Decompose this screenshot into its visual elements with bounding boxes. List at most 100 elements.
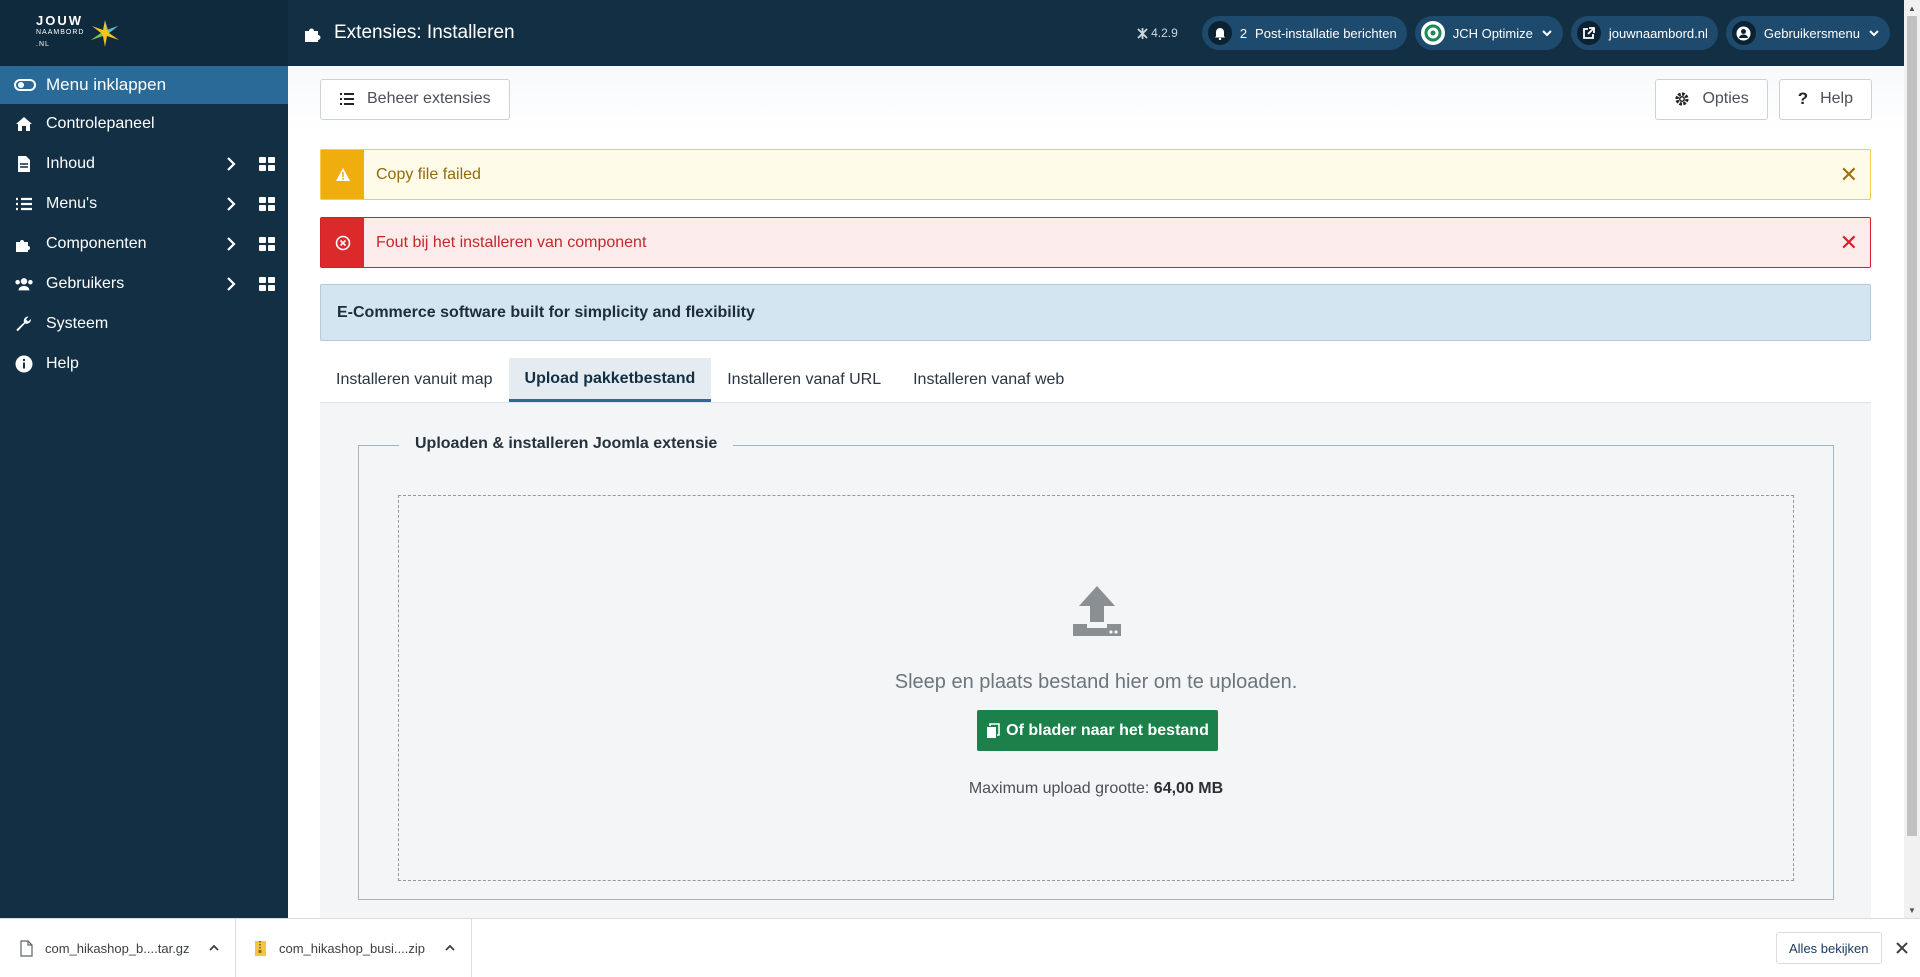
drop-instructions: Sleep en plaats bestand hier om te uploa… [894, 671, 1298, 693]
close-icon[interactable]: ✕ [1840, 231, 1858, 254]
copy-icon [987, 722, 1000, 738]
download-item[interactable]: com_hikashop_b....tar.gz [0, 918, 236, 977]
dashboard-grid-icon[interactable] [259, 157, 275, 171]
home-icon [14, 114, 34, 134]
logo-line2: NAAMBORD [36, 29, 85, 36]
sidebar: JOUW NAAMBORD .NL Menu inklappen Control… [0, 0, 288, 918]
jch-optimize-menu[interactable]: JCH Optimize [1414, 16, 1563, 50]
download-item[interactable]: com_hikashop_busi....zip [236, 918, 472, 977]
manage-extensions-button[interactable]: Beheer extensies [320, 78, 510, 120]
see-all-downloads-button[interactable]: Alles bekijken [1776, 932, 1882, 964]
chevron-right-icon[interactable] [223, 156, 239, 172]
help-label: Help [1820, 90, 1853, 107]
tab-install-from-url[interactable]: Installeren vanaf URL [711, 358, 897, 401]
notification-count: 2 [1239, 25, 1248, 41]
sidebar-item-gebruikers[interactable]: Gebruikers [0, 264, 288, 304]
site-link-label: jouwnaambord.nl [1608, 25, 1708, 41]
view-site-link[interactable]: jouwnaambord.nl [1570, 16, 1718, 50]
dashboard-grid-icon[interactable] [259, 197, 275, 211]
upload-dropzone[interactable]: Sleep en plaats bestand hier om te uploa… [398, 495, 1794, 881]
wrench-icon [14, 314, 34, 334]
info-icon [14, 354, 34, 374]
download-filename: com_hikashop_busi....zip [279, 940, 425, 956]
error-alert: Fout bij het installeren van component ✕ [320, 217, 1871, 268]
max-upload-label: Maximum upload grootte: [968, 780, 1150, 797]
bell-icon [1207, 21, 1232, 45]
dashboard-grid-icon[interactable] [259, 237, 275, 251]
chevron-up-icon[interactable] [207, 941, 221, 955]
sidebar-item-controlepaneel[interactable]: Controlepaneel [0, 104, 288, 144]
sidebar-item-label: Componenten [46, 235, 147, 252]
version-number: 4.2.9 [1151, 26, 1178, 40]
download-bar: com_hikashop_b....tar.gz com_hikashop_bu… [0, 918, 1920, 977]
upload-fieldset: Uploaden & installeren Joomla extensie S… [358, 435, 1834, 900]
sidebar-item-menus[interactable]: Menu's [0, 184, 288, 224]
gear-icon [1675, 92, 1690, 106]
sidebar-item-inhoud[interactable]: Inhoud [0, 144, 288, 184]
close-icon[interactable] [1893, 939, 1911, 957]
close-icon[interactable]: ✕ [1840, 163, 1858, 186]
scroll-down-arrow-icon[interactable]: ▼ [1904, 902, 1920, 918]
list-icon [14, 194, 34, 214]
joomla-icon [1137, 27, 1148, 39]
error-circle-icon [321, 218, 364, 267]
chevron-right-icon[interactable] [223, 196, 239, 212]
joomla-version: 4.2.9 [1137, 26, 1178, 40]
tab-install-from-web[interactable]: Installeren vanaf web [897, 358, 1080, 401]
logo-star-icon [91, 20, 120, 47]
chevron-up-icon[interactable] [443, 941, 457, 955]
max-upload-value: 64,00 MB [1153, 780, 1224, 797]
logo-line3: .NL [36, 41, 50, 48]
page-title: Extensies: Installeren [288, 22, 515, 44]
list-icon [340, 93, 354, 105]
sidebar-item-componenten[interactable]: Componenten [0, 224, 288, 264]
chevron-right-icon[interactable] [223, 236, 239, 252]
menu-collapse-label: Menu inklappen [46, 75, 167, 94]
user-menu[interactable]: Gebruikersmenu [1725, 16, 1890, 50]
upload-legend: Uploaden & installeren Joomla extensie [399, 435, 734, 453]
info-alert: E-Commerce software built for simplicity… [320, 284, 1871, 341]
tab-install-from-folder[interactable]: Installeren vanuit map [320, 358, 509, 401]
scrollbar-thumb[interactable] [1907, 16, 1917, 836]
external-link-icon [1576, 21, 1601, 45]
chevron-right-icon[interactable] [223, 276, 239, 292]
menu-collapse-toggle[interactable]: Menu inklappen [0, 66, 288, 104]
sidebar-item-help[interactable]: Help [0, 344, 288, 384]
help-button[interactable]: ? Help [1778, 78, 1872, 120]
jch-optimize-label: JCH Optimize [1452, 25, 1533, 41]
logo-line1: JOUW [36, 13, 83, 28]
toolbar: Beheer extensies Opties ? Help [288, 66, 1904, 132]
page-scrollbar[interactable]: ▲ ▼ [1904, 0, 1920, 918]
error-message: Fout bij het installeren van component [376, 233, 647, 251]
install-tabs: Installeren vanuit map Upload pakketbest… [320, 358, 1871, 403]
browse-file-button[interactable]: Of blader naar het bestand [977, 710, 1218, 751]
users-icon [14, 274, 34, 294]
post-install-messages-button[interactable]: 2 Post-installatie berichten [1201, 16, 1407, 50]
scroll-up-arrow-icon[interactable]: ▲ [1904, 0, 1920, 16]
options-label: Opties [1702, 90, 1749, 107]
toggle-icon [14, 79, 36, 91]
file-icon [14, 154, 34, 174]
top-header: Extensies: Installeren 4.2.9 2 Post-inst… [288, 0, 1904, 66]
sidebar-item-label: Controlepaneel [46, 115, 155, 132]
manage-extensions-label: Beheer extensies [367, 90, 491, 107]
sidebar-item-label: Menu's [46, 195, 98, 212]
post-install-label: Post-installatie berichten [1255, 25, 1397, 41]
sidebar-item-systeem[interactable]: Systeem [0, 304, 288, 344]
brand: JOUW NAAMBORD .NL [0, 0, 288, 66]
site-logo[interactable]: JOUW NAAMBORD .NL [36, 13, 122, 51]
max-upload-size: Maximum upload grootte: 64,00 MB [399, 780, 1793, 798]
puzzle-icon [305, 28, 321, 42]
file-icon [20, 939, 33, 957]
sidebar-item-label: Systeem [46, 315, 109, 332]
chevron-down-icon [1542, 30, 1552, 37]
warning-icon [321, 150, 364, 199]
tab-upload-package[interactable]: Upload pakketbestand [508, 358, 712, 402]
info-message: E-Commerce software built for simplicity… [337, 303, 755, 321]
dashboard-grid-icon[interactable] [259, 277, 275, 291]
jch-logo-icon [1420, 21, 1445, 45]
sidebar-item-label: Inhoud [46, 155, 95, 172]
chevron-down-icon [1869, 30, 1879, 37]
options-button[interactable]: Opties [1655, 78, 1768, 120]
browse-file-label: Of blader naar het bestand [1006, 721, 1209, 739]
